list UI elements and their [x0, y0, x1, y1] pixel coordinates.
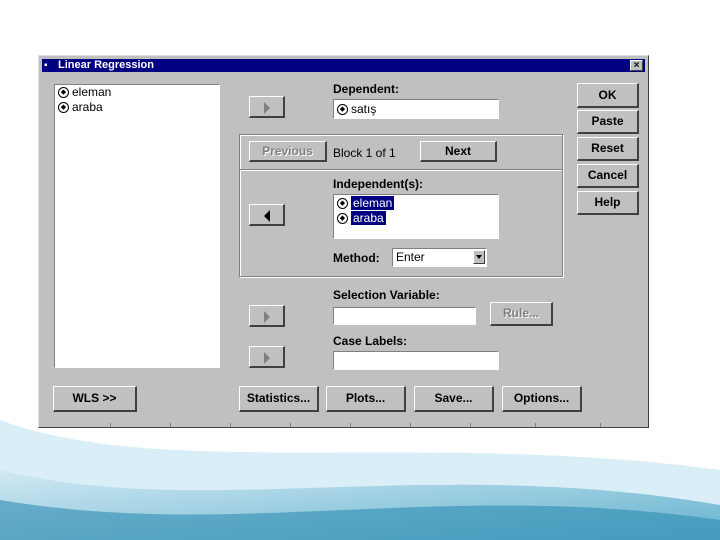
rule-button[interactable]: Rule...: [490, 302, 553, 326]
window-title: Linear Regression: [58, 59, 154, 71]
options-button[interactable]: Options...: [502, 386, 582, 412]
app-icon: ▪: [44, 60, 48, 71]
title-bar: ▪ Linear Regression ×: [42, 59, 645, 72]
ok-button[interactable]: OK: [577, 83, 639, 108]
next-button[interactable]: Next: [420, 141, 497, 162]
reset-button[interactable]: Reset: [577, 137, 639, 161]
list-item[interactable]: ◆ araba: [55, 100, 219, 115]
dependent-label: Dependent:: [333, 82, 399, 96]
right-arrow-icon: [263, 311, 270, 323]
variable-icon: ◆: [337, 198, 348, 210]
plots-button[interactable]: Plots...: [326, 386, 406, 412]
linear-regression-dialog: ▪ Linear Regression × ◆ eleman ◆ araba Dep…: [38, 55, 649, 428]
method-select[interactable]: Enter: [392, 248, 487, 267]
variable-label: araba: [72, 100, 103, 114]
variable-label: araba: [351, 211, 386, 225]
list-item[interactable]: ◆ eleman: [55, 85, 219, 100]
status-bar: [40, 423, 647, 427]
left-arrow-icon: [263, 210, 270, 222]
dropdown-button[interactable]: [473, 250, 485, 264]
move-to-dependent-button[interactable]: [249, 96, 285, 118]
case-labels-field[interactable]: [333, 351, 499, 370]
block-divider: [240, 169, 562, 170]
statistics-button[interactable]: Statistics...: [239, 386, 319, 412]
close-button[interactable]: ×: [630, 60, 643, 71]
move-from-independents-button[interactable]: [249, 204, 285, 226]
wls-button[interactable]: WLS >>: [53, 386, 137, 412]
case-labels-label: Case Labels:: [333, 334, 408, 348]
chevron-down-icon: [476, 255, 482, 259]
variable-label: eleman: [72, 85, 112, 99]
dependent-field[interactable]: ◆ satış: [333, 99, 499, 119]
variable-icon: ◆: [337, 104, 348, 116]
selection-variable-label: Selection Variable:: [333, 288, 440, 302]
right-arrow-icon: [263, 102, 270, 114]
previous-button[interactable]: Previous: [249, 141, 327, 162]
move-to-case-labels-button[interactable]: [249, 346, 285, 368]
right-arrow-icon: [263, 352, 270, 364]
method-value: Enter: [396, 250, 425, 264]
cancel-button[interactable]: Cancel: [577, 164, 639, 188]
selection-variable-field[interactable]: [333, 307, 476, 325]
list-item[interactable]: ◆ araba: [334, 211, 498, 226]
move-to-selection-button[interactable]: [249, 305, 285, 327]
help-button[interactable]: Help: [577, 191, 639, 215]
paste-button[interactable]: Paste: [577, 110, 639, 134]
variable-icon: ◆: [58, 87, 69, 99]
independents-label: Independent(s):: [333, 177, 423, 191]
save-button[interactable]: Save...: [414, 386, 494, 412]
list-item[interactable]: ◆ eleman: [334, 196, 498, 211]
block-indicator: Block 1 of 1: [333, 146, 396, 160]
method-label: Method:: [333, 251, 380, 265]
variable-label: eleman: [351, 196, 395, 210]
independents-list[interactable]: ◆ eleman ◆ araba: [333, 194, 499, 239]
variable-icon: ◆: [58, 102, 69, 114]
variable-icon: ◆: [337, 213, 348, 225]
dependent-value: satış: [351, 102, 377, 116]
source-variable-list[interactable]: ◆ eleman ◆ araba: [54, 84, 220, 368]
